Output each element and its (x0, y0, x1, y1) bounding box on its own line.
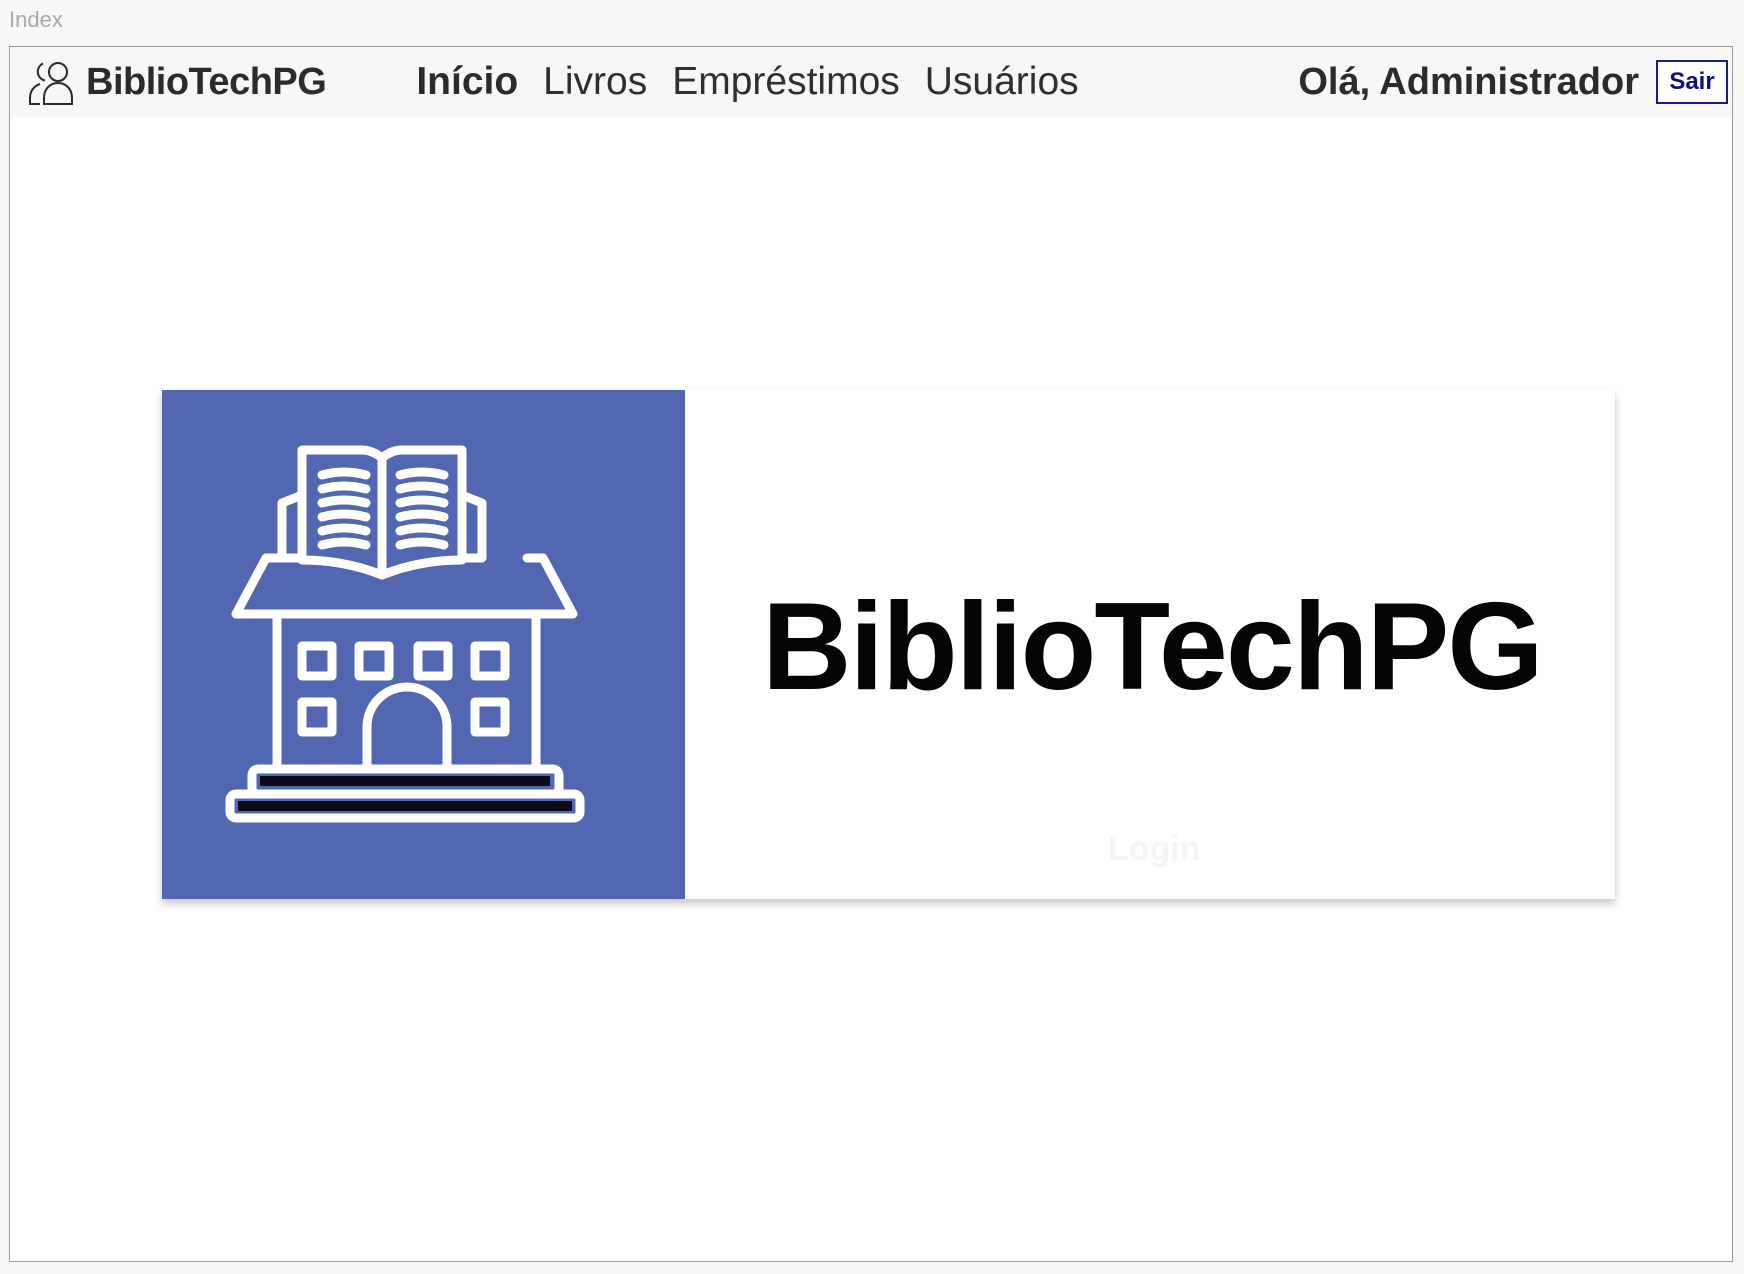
user-greeting: Olá, Administrador (1298, 60, 1639, 103)
navbar: BiblioTechPG Início Livros Empréstimos U… (10, 47, 1732, 117)
brand-name: BiblioTechPG (86, 60, 327, 103)
page-tab-title: Index (9, 7, 63, 32)
library-building-icon (162, 390, 685, 899)
nav-link-usuarios[interactable]: Usuários (925, 60, 1079, 104)
hero-banner: BiblioTechPG Login (162, 390, 1615, 899)
nav-link-emprestimos[interactable]: Empréstimos (672, 60, 900, 104)
nav-links: Início Livros Empréstimos Usuários (416, 60, 1103, 104)
brand-link[interactable]: BiblioTechPG (28, 57, 327, 107)
nav-link-livros[interactable]: Livros (543, 60, 647, 104)
browser-viewport: BiblioTechPG Início Livros Empréstimos U… (9, 46, 1733, 1262)
nav-link-inicio[interactable]: Início (416, 60, 518, 104)
login-link[interactable]: Login (1108, 830, 1201, 869)
banner-title: BiblioTechPG (762, 578, 1544, 716)
users-icon (28, 57, 78, 107)
nav-user-area: Olá, Administrador Sair (1298, 60, 1728, 104)
logout-button[interactable]: Sair (1656, 60, 1728, 104)
